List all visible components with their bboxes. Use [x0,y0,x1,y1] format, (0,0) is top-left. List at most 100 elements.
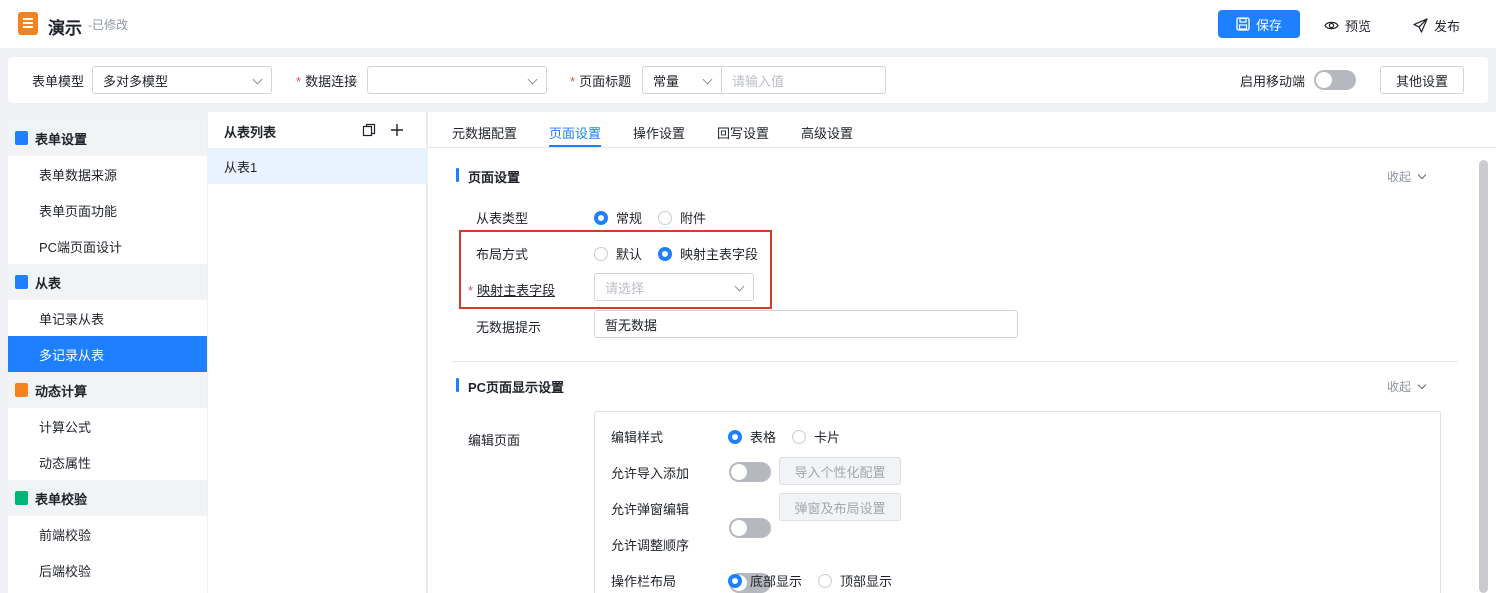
grid-calc-icon [15,383,28,397]
allow-popup-toggle[interactable] [729,518,771,538]
page-title-type-value: 常量 [653,73,680,89]
section-title-page-settings: 页面设置 [456,167,520,186]
mobile-label: 启用移动端 [1240,74,1306,89]
mobile-toggle[interactable] [1314,70,1356,90]
main-config-panel: 元数据配置 页面设置 操作设置 回写设置 高级设置 页面设置 收起 从表类型 常… [428,112,1496,593]
page-title-label: * 页面标题 [570,74,632,89]
collapse-label: 收起 [1387,380,1412,394]
chevron-down-icon [252,74,263,85]
sidebar-item-backend-validation[interactable]: 后端校验 [8,552,207,588]
sidebar-item-pc-design[interactable]: PC端页面设计 [8,228,207,264]
radio-label: 顶部显示 [840,574,893,589]
sidebar-item-page-function[interactable]: 表单页面功能 [8,192,207,228]
radio-label: 常规 [616,211,643,226]
edit-page-box [594,411,1441,593]
form-model-select[interactable]: 多对多模型 [92,66,272,94]
publish-button[interactable]: 发布 [1413,16,1460,35]
data-connection-label: * 数据连接 [296,74,358,89]
radio-label: 附件 [680,211,707,226]
save-icon [1236,17,1250,31]
send-icon [1413,18,1428,33]
nav-group-label: 表单设置 [35,131,88,147]
app-logo-icon [18,12,38,35]
collapse-label: 收起 [1387,170,1412,184]
page-title-type-select[interactable]: 常量 [642,66,722,94]
nav-group-form-settings[interactable]: 表单设置 [8,120,207,156]
sub-table-list-title: 从表列表 [224,125,277,140]
top-bar: 演示 -已修改 保存 预览 发布 [0,0,1496,48]
allow-order-label: 允许调整顺序 [611,538,690,553]
modified-status: -已修改 [88,18,128,32]
sidebar-item-formula[interactable]: 计算公式 [8,408,207,444]
sidebar-item-dynamic-attr[interactable]: 动态属性 [8,444,207,480]
highlight-box [459,230,772,309]
preview-label: 预览 [1345,19,1372,34]
preview-button[interactable]: 预览 [1324,16,1371,35]
nav-group-sub-table[interactable]: 从表 [8,264,207,300]
check-list-icon [15,491,28,505]
allow-import-toggle[interactable] [729,462,771,482]
publish-label: 发布 [1434,19,1461,34]
radio-regular[interactable]: 常规 [594,208,642,227]
tab-page-settings[interactable]: 页面设置 [549,123,601,142]
section-title-pc-settings: PC页面显示设置 [456,377,564,396]
data-connection-select[interactable] [367,66,547,94]
radio-table[interactable]: 表格 [728,427,776,446]
sub-table-list-panel: 从表列表 从表1 [208,112,427,593]
config-tabs: 元数据配置 页面设置 操作设置 回写设置 高级设置 [428,112,1496,148]
section-divider [452,361,1458,362]
chevron-down-icon [1417,170,1427,180]
eye-icon [1324,21,1339,30]
radio-unchecked-icon [818,573,832,588]
radio-card[interactable]: 卡片 [792,427,840,446]
action-bar-label: 操作栏布局 [611,574,677,589]
nav-group-validation[interactable]: 表单校验 [8,480,207,516]
radio-unchecked-icon [658,210,672,225]
import-config-button[interactable]: 导入个性化配置 [779,457,901,485]
collapse-page-settings[interactable]: 收起 [1387,168,1427,185]
radio-label: 卡片 [814,430,841,445]
sidebar-item-single-record[interactable]: 单记录从表 [8,300,207,336]
edit-page-label: 编辑页面 [468,433,521,448]
chevron-down-icon [527,74,538,85]
save-label: 保存 [1255,17,1282,33]
radio-checked-icon [728,429,742,444]
nav-group-label: 从表 [35,275,62,291]
sub-table-icon [15,275,28,289]
tab-operation[interactable]: 操作设置 [633,123,685,142]
app-title: 演示 [48,19,82,38]
page-title-input[interactable]: 请输入值 [721,66,886,94]
form-model-label: 表单模型 [32,74,85,89]
radio-top[interactable]: 顶部显示 [818,571,892,590]
collapse-pc-settings[interactable]: 收起 [1387,378,1427,395]
form-settings-icon [15,131,28,145]
no-data-input[interactable]: 暂无数据 [594,310,1018,338]
active-tab-indicator [549,145,601,147]
left-sidebar: 表单设置 表单数据来源 表单页面功能 PC端页面设计 从表 单记录从表 多记录从… [8,120,207,593]
sub-table-item[interactable]: 从表1 [208,148,427,184]
tab-advanced[interactable]: 高级设置 [801,123,853,142]
radio-attachment[interactable]: 附件 [658,208,706,227]
radio-label: 底部显示 [750,574,803,589]
sub-type-label: 从表类型 [476,211,529,226]
radio-bottom[interactable]: 底部显示 [728,571,802,590]
other-settings-button[interactable]: 其他设置 [1380,66,1464,94]
vertical-scrollbar[interactable] [1479,160,1488,593]
page-title-placeholder: 请输入值 [732,73,785,89]
nav-group-dynamic-calc[interactable]: 动态计算 [8,372,207,408]
chevron-down-icon [702,74,713,85]
allow-popup-label: 允许弹窗编辑 [611,502,690,517]
radio-unchecked-icon [792,429,806,444]
edit-style-label: 编辑样式 [611,430,664,445]
copy-icon[interactable] [362,123,376,137]
sidebar-item-data-source[interactable]: 表单数据来源 [8,156,207,192]
sidebar-item-multi-record[interactable]: 多记录从表 [8,336,207,372]
tab-metadata[interactable]: 元数据配置 [452,123,517,142]
allow-import-label: 允许导入添加 [611,466,690,481]
save-button[interactable]: 保存 [1218,10,1300,38]
add-icon[interactable] [390,123,404,137]
popup-layout-button[interactable]: 弹窗及布局设置 [779,493,901,521]
sidebar-item-frontend-validation[interactable]: 前端校验 [8,516,207,552]
tab-writeback[interactable]: 回写设置 [717,123,769,142]
radio-label: 表格 [750,430,777,445]
